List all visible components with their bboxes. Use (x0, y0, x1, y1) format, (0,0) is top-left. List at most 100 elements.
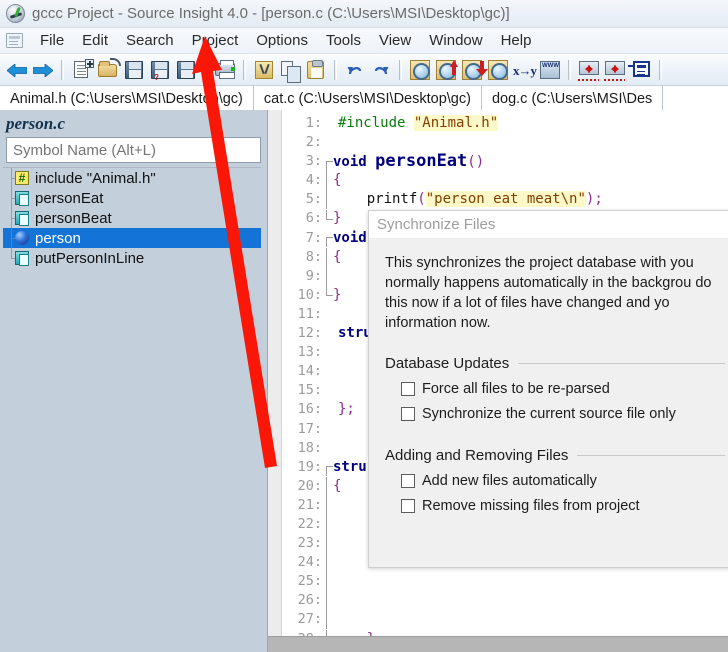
fold-marker[interactable] (326, 495, 333, 515)
function-icon (15, 211, 29, 226)
shift-left-icon[interactable] (576, 57, 602, 83)
code-text: printf("person eat meat\n"); (333, 191, 603, 208)
menu-item-tools[interactable]: Tools (317, 30, 370, 51)
file-tab-dog-c[interactable]: dog.c (C:\Users\MSI\Des (481, 86, 664, 111)
search-backward-icon[interactable] (433, 57, 459, 83)
group-header-adding-removing-files: Adding and Removing Files (385, 447, 725, 464)
list-item[interactable]: putPersonInLine (3, 248, 261, 268)
menu-item-help[interactable]: Help (492, 30, 541, 51)
outline-icon[interactable] (628, 57, 654, 83)
line-number: 27: (297, 611, 322, 628)
checkbox-box[interactable] (401, 407, 415, 421)
checkbox-add-new-files[interactable]: Add new files automatically (401, 473, 725, 489)
redo-icon[interactable] (368, 57, 394, 83)
line-number: 11: (297, 305, 322, 322)
symbol-list: # include "Animal.h" personEat personBea… (3, 167, 261, 644)
hash-icon: # (15, 171, 29, 185)
symbol-search-input[interactable] (6, 137, 261, 163)
code-line: 27: (282, 610, 728, 630)
back-arrow-icon[interactable] (4, 57, 30, 83)
dialog-title: Synchronize Files (369, 211, 728, 239)
code-line: 2: (282, 133, 728, 152)
fold-marker[interactable] (326, 572, 333, 592)
menu-item-options[interactable]: Options (247, 30, 317, 51)
list-item[interactable]: personBeat (3, 208, 261, 228)
list-item-selected[interactable]: person (3, 228, 261, 248)
line-number: 2: (305, 134, 322, 151)
fold-marker[interactable] (326, 160, 333, 171)
search-files-icon[interactable] (485, 57, 511, 83)
line-number: 9: (305, 267, 322, 284)
fold-marker[interactable] (326, 534, 333, 554)
list-item-label: personBeat (35, 209, 112, 227)
menu-item-project[interactable]: Project (183, 30, 248, 51)
fold-marker[interactable] (326, 553, 333, 573)
line-number: 26: (297, 592, 322, 609)
checkbox-sync-current-file[interactable]: Synchronize the current source file only (401, 406, 725, 422)
lookup-reference-icon[interactable] (407, 57, 433, 83)
shift-right-icon[interactable] (602, 57, 628, 83)
menu-item-window[interactable]: Window (420, 30, 491, 51)
print-icon[interactable] (212, 57, 238, 83)
save-as-icon[interactable] (173, 57, 199, 83)
group-header-label: Database Updates (385, 355, 510, 372)
save-icon[interactable] (121, 57, 147, 83)
paste-icon[interactable] (303, 57, 329, 83)
line-number: 15: (297, 382, 322, 399)
struct-icon (15, 231, 29, 245)
source-insight-icon (6, 4, 25, 23)
forward-arrow-icon[interactable] (30, 57, 56, 83)
fold-marker[interactable] (326, 266, 333, 286)
fold-marker[interactable] (326, 610, 333, 630)
file-tab-cat-c[interactable]: cat.c (C:\Users\MSI\Desktop\gc) (253, 86, 482, 111)
fold-marker[interactable] (326, 286, 333, 297)
editor-horizontal-scrollbar[interactable] (268, 636, 728, 652)
undo-icon[interactable] (342, 57, 368, 83)
jump-to-definition-icon[interactable]: x→y (511, 57, 537, 83)
menu-item-search[interactable]: Search (117, 30, 183, 51)
code-line: 1: #include "Animal.h" (282, 114, 728, 133)
fold-marker[interactable] (326, 247, 333, 267)
list-item-label: putPersonInLine (35, 249, 145, 267)
fold-marker[interactable] (326, 171, 333, 191)
group-header-database-updates: Database Updates (385, 355, 725, 372)
symbol-search-wrap (0, 137, 267, 167)
menu-item-view[interactable]: View (370, 30, 420, 51)
checkbox-box[interactable] (401, 499, 415, 513)
file-tab-animal-h[interactable]: Animal.h (C:\Users\MSI\Desktop\gc) (0, 86, 254, 111)
fold-marker[interactable] (326, 591, 333, 611)
window-title: gccc Project - Source Insight 4.0 - [per… (32, 5, 510, 22)
line-number: 13: (297, 344, 322, 361)
line-number: 23: (297, 535, 322, 552)
fold-marker[interactable] (326, 190, 333, 210)
copy-icon[interactable] (277, 57, 303, 83)
menu-item-file[interactable]: File (31, 30, 73, 51)
code-line: 3: void personEat() (282, 151, 728, 171)
save-all-icon[interactable]: ? (147, 57, 173, 83)
list-item[interactable]: # include "Animal.h" (3, 168, 261, 188)
list-item[interactable]: personEat (3, 188, 261, 208)
open-folder-icon[interactable] (95, 57, 121, 83)
search-forward-icon[interactable] (459, 57, 488, 83)
cut-icon[interactable] (251, 57, 277, 83)
browse-web-icon[interactable] (537, 57, 563, 83)
fold-marker[interactable] (326, 515, 333, 535)
code-text: { (333, 172, 342, 189)
fold-marker[interactable] (326, 466, 333, 477)
checkbox-box[interactable] (401, 474, 415, 488)
menu-bar: File Edit Search Project Options Tools V… (0, 28, 728, 54)
menu-item-edit[interactable]: Edit (73, 30, 117, 51)
checkbox-force-reparse[interactable]: Force all files to be re-parsed (401, 381, 725, 397)
toolbar-separator (204, 59, 207, 80)
fold-marker[interactable] (326, 237, 333, 248)
fold-marker[interactable] (326, 476, 333, 496)
checkbox-box[interactable] (401, 382, 415, 396)
dialog-description: This synchronizes the project database w… (385, 255, 712, 331)
toolbar-separator (334, 59, 337, 80)
checkbox-remove-missing-files[interactable]: Remove missing files from project (401, 498, 725, 514)
new-file-icon[interactable] (69, 57, 95, 83)
toolbar: ? x→y (0, 54, 728, 86)
fold-marker[interactable] (326, 210, 333, 221)
code-text: #include "Animal.h" (338, 115, 499, 131)
